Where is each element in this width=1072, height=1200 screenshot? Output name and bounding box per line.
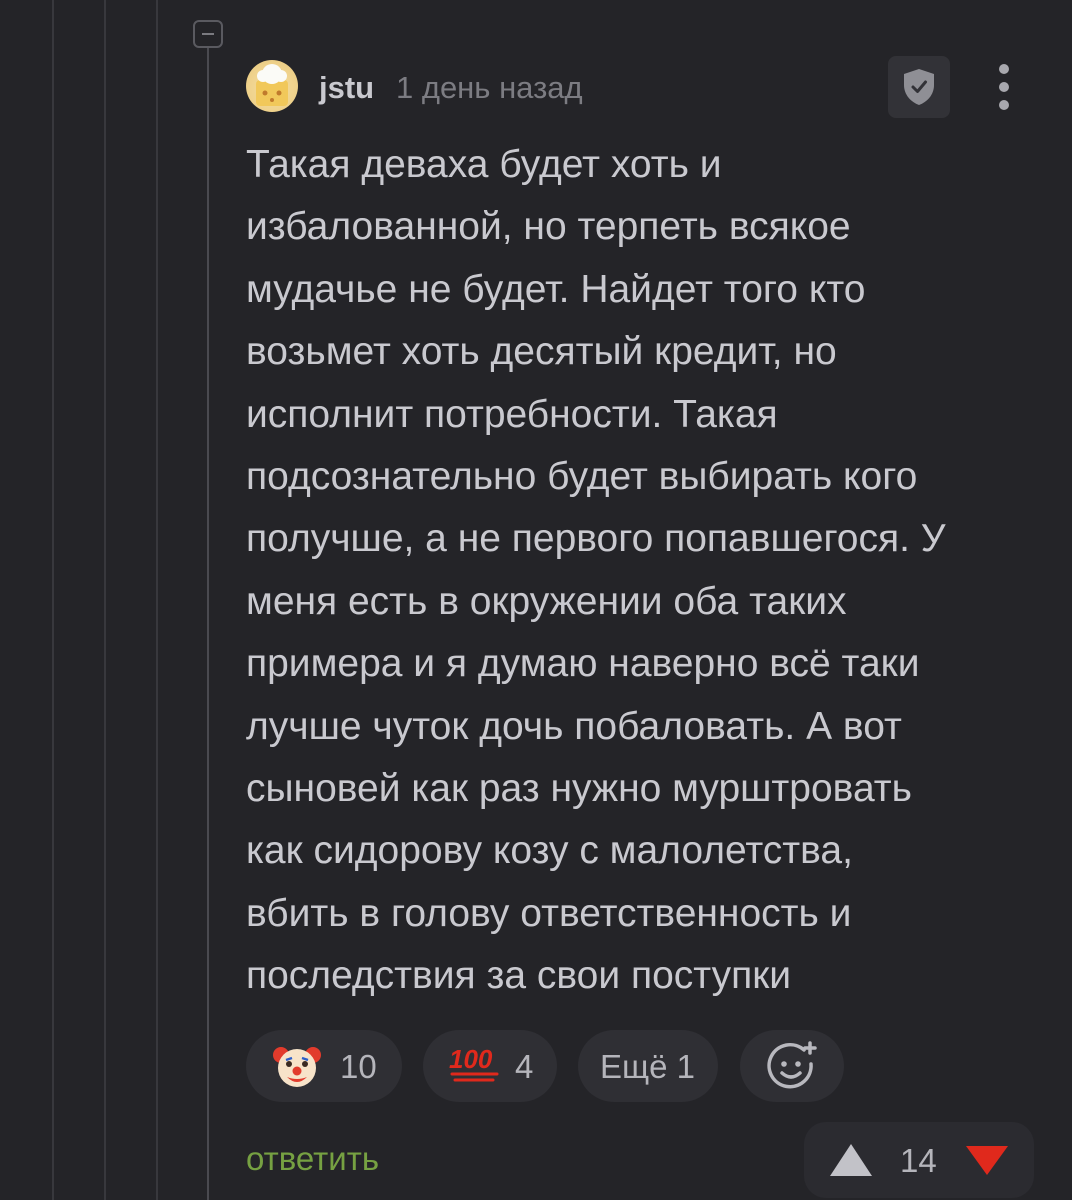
downvote-icon[interactable]	[964, 1144, 1010, 1176]
add-reaction-button[interactable]	[740, 1030, 844, 1102]
more-reactions-button[interactable]: Ещё 1	[578, 1030, 718, 1102]
thread-line-4	[207, 48, 209, 1200]
clown-face-icon	[273, 1047, 321, 1087]
comment-actions: 10 100 4 Ещё 1 ответить 14	[246, 0, 1036, 1200]
thread-line-2	[104, 0, 106, 1200]
reaction-hundred-button[interactable]: 100 4	[423, 1030, 557, 1102]
reactions-bar: 10 100 4 Ещё 1	[246, 1030, 1036, 1102]
smiley-plus-icon	[767, 1041, 817, 1089]
collapse-thread-button[interactable]	[193, 20, 223, 48]
thread-line-3	[156, 0, 158, 1200]
svg-text:100: 100	[449, 1044, 493, 1074]
reply-link[interactable]: ответить	[246, 1140, 379, 1178]
more-reactions-label: Ещё 1	[600, 1048, 696, 1085]
thread-line-1	[52, 0, 54, 1200]
upvote-icon[interactable]	[828, 1142, 874, 1178]
reaction-count: 4	[515, 1048, 534, 1085]
rating-box: 14	[804, 1122, 1034, 1198]
reaction-clown-button[interactable]: 10	[246, 1030, 402, 1102]
rating-value: 14	[900, 1142, 937, 1179]
hundred-points-icon: 100	[449, 1044, 499, 1082]
reaction-count: 10	[340, 1048, 377, 1085]
